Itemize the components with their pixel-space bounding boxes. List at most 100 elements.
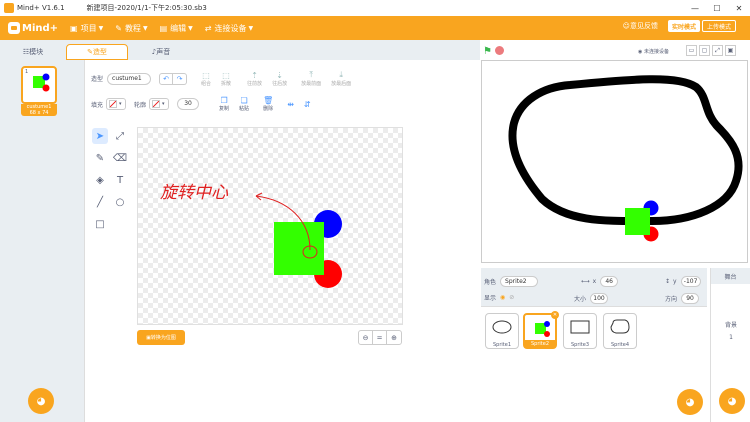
backward-button[interactable]: ⇣ 往后放 — [272, 71, 287, 87]
costume-name-input[interactable]: custume1 — [107, 72, 152, 85]
brush-tool-icon[interactable]: ✎ — [92, 150, 108, 166]
tab-blocks[interactable]: ☷ 模块 — [2, 44, 64, 60]
window-controls: — ☐ ✕ — [684, 0, 750, 16]
chevron-down-icon: ▼ — [248, 24, 254, 32]
large-stage-icon[interactable]: ▢ — [699, 45, 710, 56]
feedback-icon: ☺ — [622, 22, 630, 30]
paint-canvas[interactable]: 旋转中心 — [137, 127, 403, 325]
tab-sounds[interactable]: ♪ 声音 — [130, 44, 192, 60]
front-button[interactable]: ⤒ 放最前面 — [301, 70, 321, 87]
green-flag-icon[interactable]: ⚑ — [483, 46, 492, 57]
menu-connect-device[interactable]: ⇄ 连接设备 ▼ — [205, 23, 253, 34]
zoom-out-icon[interactable]: ⊖ — [359, 331, 373, 344]
menu-tutorial[interactable]: ✎ 教程 ▼ — [115, 23, 147, 34]
ungroup-button[interactable]: ⬚ 拆散 — [221, 71, 231, 87]
select-tool-icon[interactable]: ➤ — [92, 128, 108, 144]
costume-thumbnail[interactable]: 1 — [21, 66, 57, 104]
green-square[interactable] — [274, 222, 324, 275]
window-title-bar: Mind+ V1.6.1 新建项目-2020/1/1-下午2:05:30.sb3… — [0, 0, 750, 16]
flip-vertical-icon: ⇵ — [303, 99, 311, 109]
text-tool-icon[interactable]: T — [112, 172, 128, 188]
sprite1-thumbnail — [492, 320, 512, 334]
add-backdrop-button[interactable]: ◕ — [719, 388, 745, 414]
add-costume-button[interactable]: ◕ — [28, 388, 54, 414]
eye-visible-icon[interactable]: ◉ — [500, 294, 505, 301]
zoom-in-icon[interactable]: ⊕ — [387, 331, 401, 344]
editor-tabs: ☷ 模块 ✎ 造型 ♪ 声音 — [0, 40, 480, 60]
sprite-name-input[interactable]: Sprite2 — [500, 276, 539, 287]
stage-layout-buttons: ▭ ▢ ⤢ ▣ — [686, 45, 736, 56]
fullscreen-icon[interactable]: ⤢ — [712, 45, 723, 56]
minimize-button[interactable]: — — [684, 0, 706, 16]
undo-button[interactable]: ↶ — [159, 72, 174, 85]
group-button[interactable]: ⬚ 组合 — [201, 71, 211, 87]
reshape-tool-icon[interactable]: ⤢ — [112, 128, 128, 144]
y-arrow-icon: ↕ — [665, 278, 671, 285]
sprite3-thumbnail — [570, 320, 590, 334]
sprite-card-sprite2[interactable]: ✕ Sprite2 — [523, 311, 559, 349]
stage-drawing — [508, 75, 743, 242]
delete-sprite-icon[interactable]: ✕ — [551, 311, 559, 319]
rectangle-tool-icon[interactable]: □ — [92, 216, 108, 232]
backdrop-label: 背景 — [724, 322, 737, 329]
stage-sprite2[interactable] — [625, 208, 650, 235]
sprite-card-sprite3[interactable]: Sprite3 — [563, 313, 597, 349]
zoom-reset-icon[interactable]: = — [373, 331, 387, 344]
sprite-label: 角色 — [484, 279, 497, 286]
outline-color-picker[interactable]: ▾ — [149, 98, 170, 110]
chevron-down-icon: ▾ — [162, 101, 165, 107]
sprite-card-sprite4[interactable]: Sprite4 — [603, 313, 637, 349]
menu-edit[interactable]: ▤ 编辑 ▼ — [160, 23, 193, 34]
fill-color-picker[interactable]: ▾ — [106, 98, 127, 110]
line-tool-icon[interactable]: ╱ — [92, 194, 108, 210]
copy-icon: ❐ — [220, 96, 228, 105]
feedback-button[interactable]: ☺ 意见反馈 — [623, 21, 658, 31]
costume-label[interactable]: custume1 68 x 74 — [21, 104, 57, 116]
sprite-card-sprite1[interactable]: Sprite1 — [485, 313, 519, 349]
chevron-down-icon: ▼ — [98, 24, 104, 32]
sprite-pane: Sprite1 ✕ Sprite2 Sprite3 Sprite4 ◕ — [481, 306, 707, 422]
small-stage-icon[interactable]: ▭ — [686, 45, 697, 56]
fill-label: 填充 — [91, 101, 104, 109]
eye-hidden-icon[interactable]: ⊘ — [509, 294, 514, 301]
delete-button[interactable]: 🗑 删除 — [263, 96, 273, 112]
upload-mode-button[interactable]: 上传模式 — [701, 20, 736, 32]
outline-width-input[interactable]: 30 — [177, 98, 200, 110]
realtime-mode-button[interactable]: 实时模式 — [667, 20, 700, 32]
maximize-button[interactable]: ☐ — [706, 0, 728, 16]
forward-button[interactable]: ⇡ 往前放 — [247, 71, 262, 87]
app-icon — [4, 3, 14, 13]
y-input[interactable]: -107 — [680, 276, 701, 287]
backward-icon: ⇣ — [276, 70, 283, 80]
x-arrow-icon: ⟷ — [581, 278, 590, 285]
size-input[interactable]: 100 — [590, 293, 609, 304]
direction-input[interactable]: 90 — [681, 293, 700, 304]
backdrop-count: 1 — [729, 334, 733, 341]
stage-tab[interactable]: 舞台 — [711, 268, 750, 284]
stop-icon[interactable] — [495, 46, 504, 55]
back-button[interactable]: ⤓ 放最后面 — [331, 70, 351, 87]
chevron-down-icon: ▼ — [142, 24, 148, 32]
copy-button[interactable]: ❐ 复制 — [219, 96, 229, 112]
size-row: 大小 100 — [574, 293, 609, 304]
stage-panel[interactable]: 舞台 背景 1 ◕ — [710, 268, 750, 422]
editor-toolbar-top: 造型 custume1 ↶ ↷ ⬚ 组合 ⬚ 拆散 ⇡ 往前放 ⇣ 往后放 ⤒ 放最前面 … — [91, 70, 351, 87]
eraser-tool-icon[interactable]: ⌫ — [112, 150, 128, 166]
paste-button[interactable]: ❏ 粘贴 — [239, 96, 249, 112]
window-icon[interactable]: ▣ — [725, 45, 736, 56]
flip-vertical-button[interactable]: ⇵ — [304, 100, 311, 109]
stage[interactable] — [481, 60, 748, 263]
redo-button[interactable]: ↷ — [173, 72, 188, 85]
sprite2-thumbnail — [535, 321, 550, 337]
convert-to-bitmap-button[interactable]: ▣ 转换为位图 — [137, 330, 185, 345]
circle-tool-icon[interactable]: ○ — [112, 194, 128, 210]
x-input[interactable]: 46 — [600, 276, 619, 287]
close-button[interactable]: ✕ — [728, 0, 750, 16]
add-sprite-button[interactable]: ◕ — [677, 389, 703, 415]
tab-costumes[interactable]: ✎ 造型 — [66, 44, 128, 60]
mindplus-logo: Mind+ — [8, 22, 58, 34]
robot-icon — [8, 22, 20, 34]
menu-project[interactable]: ▣ 项目 ▼ — [70, 23, 103, 34]
flip-horizontal-button[interactable]: ⇹ — [287, 100, 294, 109]
fill-tool-icon[interactable]: ◈ — [92, 172, 108, 188]
